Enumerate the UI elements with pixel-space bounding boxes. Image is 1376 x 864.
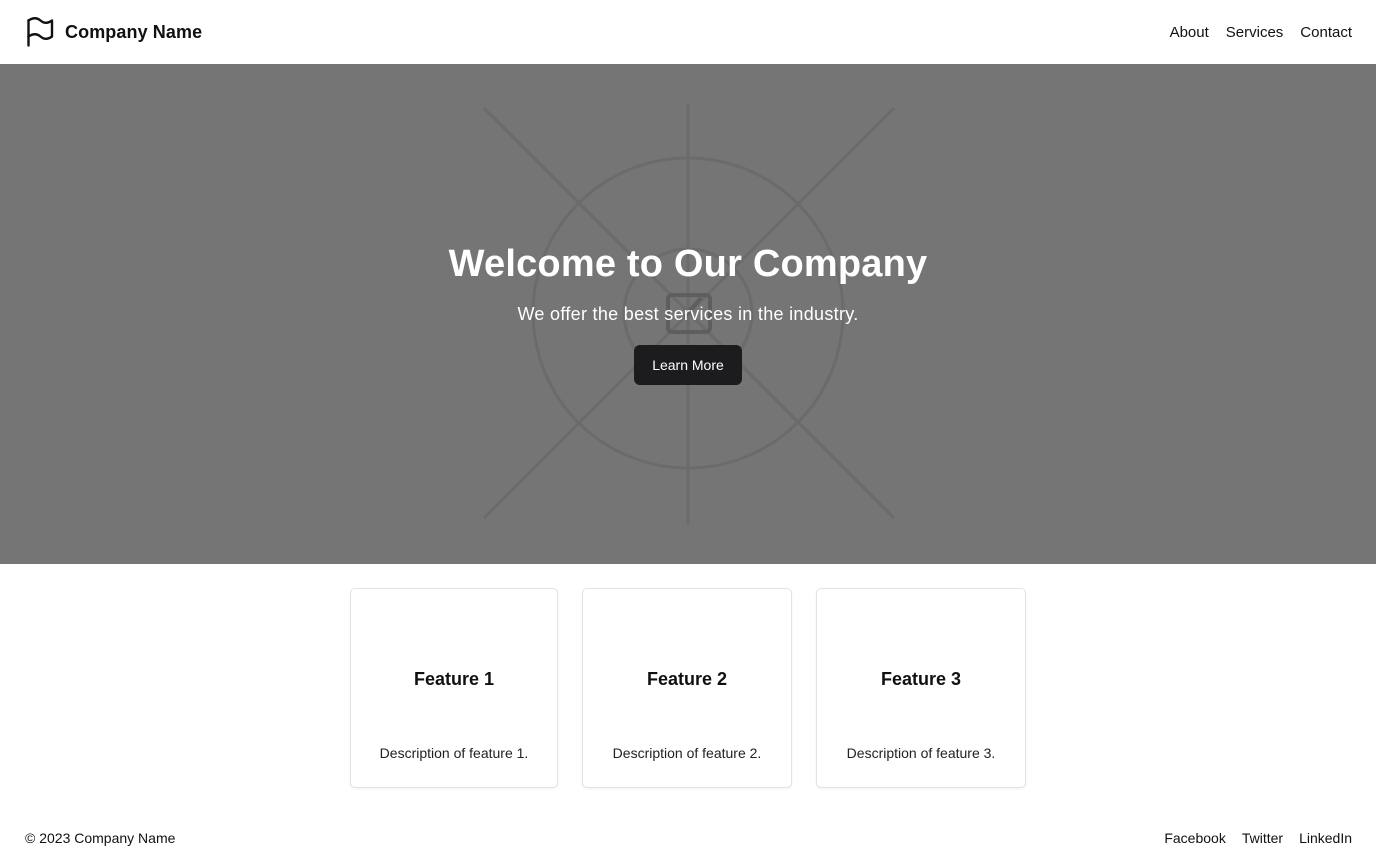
hero-subtitle: We offer the best services in the indust…: [517, 304, 859, 324]
site-header: Company Name About Services Contact: [0, 0, 1376, 64]
brand-link[interactable]: Company Name: [26, 17, 202, 47]
feature-description: Description of feature 2.: [612, 745, 762, 761]
nav-link-about[interactable]: About: [1170, 24, 1209, 41]
feature-description: Description of feature 1.: [379, 745, 529, 761]
feature-title: Feature 2: [646, 669, 728, 689]
feature-title: Feature 1: [413, 669, 495, 689]
hero-content: Welcome to Our Company We offer the best…: [0, 241, 1376, 385]
site-footer: © 2023 Company Name Facebook Twitter Lin…: [0, 822, 1376, 854]
hero-section: Welcome to Our Company We offer the best…: [0, 64, 1376, 564]
nav-link-services[interactable]: Services: [1226, 24, 1284, 41]
brand-name: Company Name: [65, 21, 203, 42]
feature-card-3: Feature 3 Description of feature 3.: [816, 588, 1026, 788]
features-section: Feature 1 Description of feature 1. Feat…: [0, 588, 1376, 788]
social-link-twitter[interactable]: Twitter: [1242, 830, 1283, 846]
copyright-text: © 2023 Company Name: [25, 830, 176, 846]
feature-description: Description of feature 3.: [846, 745, 996, 761]
social-link-facebook[interactable]: Facebook: [1164, 830, 1225, 846]
main-nav: About Services Contact: [1170, 24, 1352, 41]
feature-card-2: Feature 2 Description of feature 2.: [582, 588, 792, 788]
flag-icon: [27, 17, 54, 47]
learn-more-button[interactable]: Learn More: [634, 345, 742, 385]
social-link-linkedin[interactable]: LinkedIn: [1299, 830, 1352, 846]
feature-title: Feature 3: [880, 669, 962, 689]
feature-card-1: Feature 1 Description of feature 1.: [350, 588, 558, 788]
hero-title: Welcome to Our Company: [448, 243, 928, 285]
social-links: Facebook Twitter LinkedIn: [1164, 830, 1352, 846]
nav-link-contact[interactable]: Contact: [1300, 24, 1352, 41]
